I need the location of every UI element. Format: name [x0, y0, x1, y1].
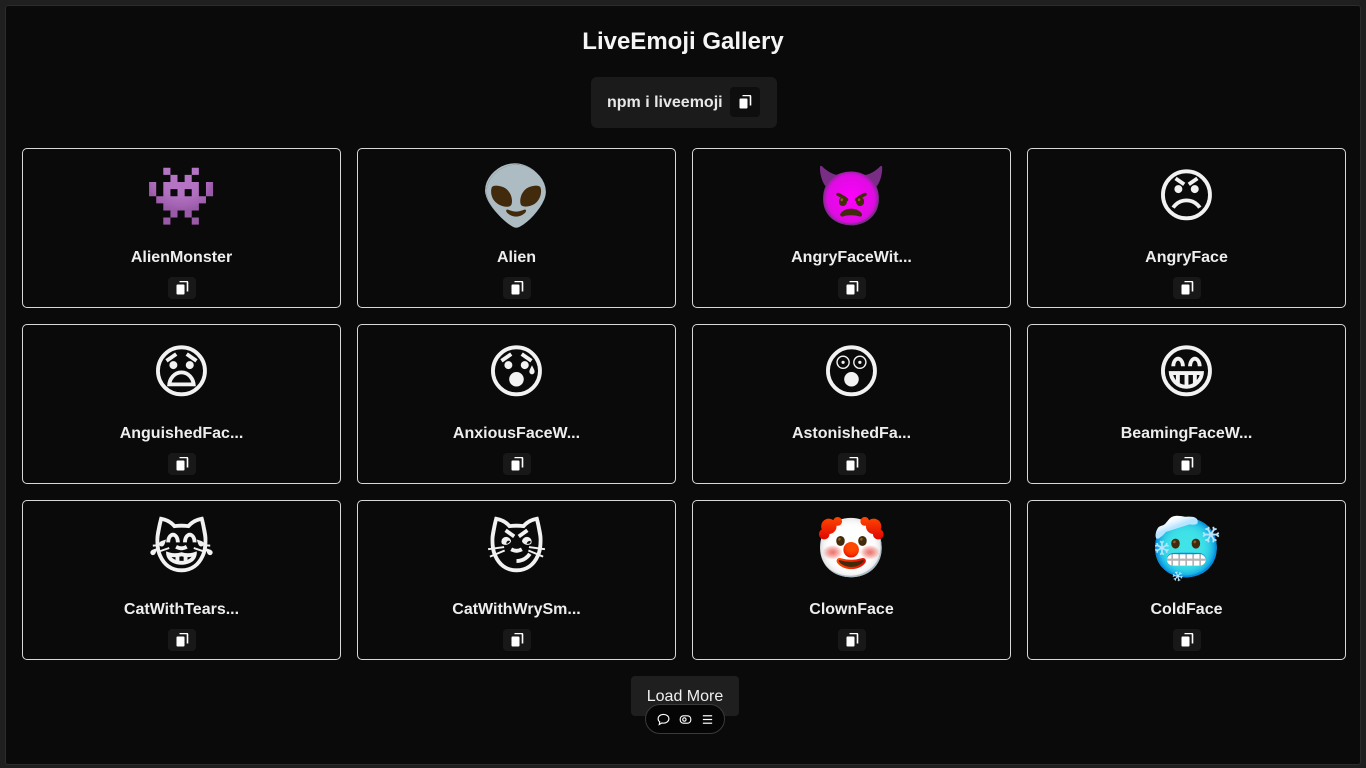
emoji-name: Alien: [496, 249, 537, 266]
emoji-glyph: 👽: [480, 164, 553, 229]
copy-icon: [511, 281, 524, 295]
emoji-glyph: 🥶: [1150, 516, 1223, 581]
copy-emoji-button[interactable]: [1173, 629, 1201, 651]
copy-emoji-button[interactable]: [1173, 453, 1201, 475]
emoji-card[interactable]: 😠 AngryFace: [1027, 148, 1346, 308]
copy-icon: [846, 633, 859, 647]
emoji-name: AngryFace: [1145, 249, 1228, 266]
emoji-name: AnxiousFaceW...: [452, 425, 581, 442]
preview-button[interactable]: [676, 710, 694, 728]
copy-icon: [846, 457, 859, 471]
page-title: LiveEmoji Gallery: [582, 28, 784, 55]
copy-emoji-button[interactable]: [838, 453, 866, 475]
emoji-name: BeamingFaceW...: [1120, 425, 1253, 442]
emoji-name: AngryFaceWit...: [791, 249, 912, 266]
comment-icon: [657, 713, 669, 726]
emoji-name: CatWithTears...: [123, 601, 240, 618]
emoji-name: ClownFace: [809, 601, 894, 618]
copy-emoji-button[interactable]: [168, 629, 196, 651]
emoji-card[interactable]: 😧 AnguishedFac...: [22, 324, 341, 484]
menu-icon: [702, 714, 712, 724]
copy-emoji-button[interactable]: [168, 277, 196, 299]
emoji-glyph: 👾: [145, 164, 218, 229]
copy-icon: [511, 457, 524, 471]
copy-emoji-button[interactable]: [1173, 277, 1201, 299]
emoji-card[interactable]: 🤡 ClownFace: [692, 500, 1011, 660]
copy-install-button[interactable]: [730, 87, 760, 117]
copy-emoji-button[interactable]: [838, 629, 866, 651]
emoji-glyph: 😧: [151, 340, 212, 405]
emoji-card[interactable]: 😁 BeamingFaceW...: [1027, 324, 1346, 484]
emoji-card[interactable]: 😹 CatWithTears...: [22, 500, 341, 660]
emoji-name: CatWithWrySm...: [452, 601, 581, 618]
emoji-card[interactable]: 👽 Alien: [357, 148, 676, 308]
copy-emoji-button[interactable]: [503, 453, 531, 475]
copy-icon: [176, 633, 189, 647]
emoji-glyph: 😼: [486, 516, 547, 581]
emoji-name: ColdFace: [1150, 601, 1223, 618]
emoji-glyph: 😠: [1156, 164, 1217, 229]
copy-emoji-button[interactable]: [503, 277, 531, 299]
floating-toolbar: [645, 704, 725, 734]
emoji-name: AstonishedFa...: [791, 425, 912, 442]
install-command: npm i liveemoji: [607, 93, 723, 111]
copy-icon: [846, 281, 859, 295]
emoji-card[interactable]: 😲 AstonishedFa...: [692, 324, 1011, 484]
emoji-card[interactable]: 😼 CatWithWrySm...: [357, 500, 676, 660]
emoji-glyph: 😲: [821, 340, 882, 405]
emoji-grid: 👾 AlienMonster 👽 Alien 👿 AngryFaceWit...…: [22, 148, 1346, 660]
eye-icon: [679, 714, 691, 724]
copy-emoji-button[interactable]: [503, 629, 531, 651]
emoji-card[interactable]: 👿 AngryFaceWit...: [692, 148, 1011, 308]
emoji-glyph: 😹: [147, 516, 216, 581]
copy-icon: [176, 457, 189, 471]
comment-button[interactable]: [654, 710, 672, 728]
emoji-name: AnguishedFac...: [119, 425, 244, 442]
copy-icon: [1181, 281, 1194, 295]
copy-emoji-button[interactable]: [838, 277, 866, 299]
menu-button[interactable]: [698, 710, 716, 728]
emoji-glyph: 👿: [815, 164, 888, 229]
emoji-card[interactable]: 👾 AlienMonster: [22, 148, 341, 308]
copy-icon: [1181, 633, 1194, 647]
emoji-card[interactable]: 😰 AnxiousFaceW...: [357, 324, 676, 484]
emoji-glyph: 😁: [1156, 340, 1217, 405]
emoji-card[interactable]: 🥶 ColdFace: [1027, 500, 1346, 660]
emoji-glyph: 😰: [486, 340, 547, 405]
emoji-glyph: 🤡: [815, 516, 888, 581]
copy-icon: [511, 633, 524, 647]
copy-icon: [176, 281, 189, 295]
copy-icon: [739, 95, 752, 109]
copy-icon: [1181, 457, 1194, 471]
app-frame: LiveEmoji Gallery npm i liveemoji 👾 Alie…: [5, 5, 1361, 765]
install-command-box: npm i liveemoji: [591, 77, 777, 128]
copy-emoji-button[interactable]: [168, 453, 196, 475]
emoji-name: AlienMonster: [130, 249, 233, 266]
